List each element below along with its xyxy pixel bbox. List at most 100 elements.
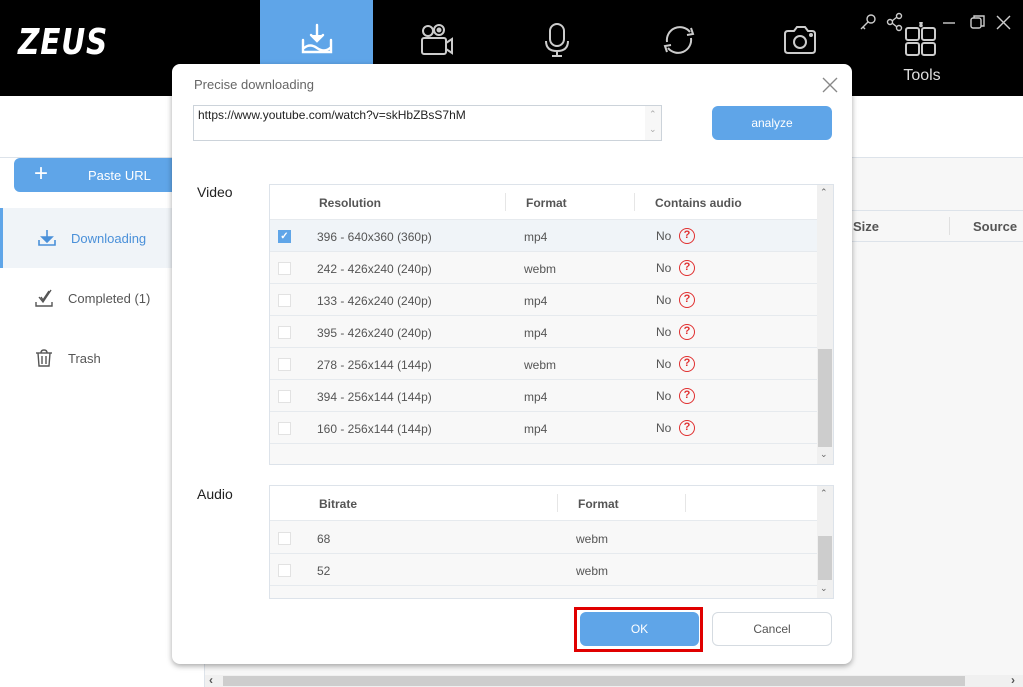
audio-format-row[interactable]: 68 webm [270, 522, 817, 554]
help-icon[interactable]: ? [679, 292, 695, 308]
column-resolution: Resolution [319, 196, 381, 210]
cancel-button[interactable]: Cancel [712, 612, 832, 646]
row-checkbox[interactable] [278, 532, 291, 545]
minimize-button[interactable] [940, 12, 960, 32]
chevron-down-icon[interactable]: ⌄ [820, 583, 828, 594]
format-cell: mp4 [524, 326, 548, 340]
tools-grid-icon [905, 22, 936, 56]
tools-label: Tools [903, 67, 941, 84]
format-cell: webm [524, 262, 557, 276]
chevron-down-icon[interactable]: ⌄ [649, 124, 657, 135]
resolution-cell: 396 - 640x360 (360p) [317, 230, 432, 244]
app-logo: ZEUS [18, 22, 109, 63]
video-section-label: Video [197, 184, 233, 200]
column-source[interactable]: Source [973, 219, 1017, 234]
key-icon [860, 14, 876, 30]
microphone-icon [544, 23, 569, 57]
video-format-row[interactable]: 394 - 256x144 (144p) mp4 No? [270, 380, 817, 412]
format-cell: mp4 [524, 294, 548, 308]
row-checkbox[interactable] [278, 564, 291, 577]
audio-section-label: Audio [197, 486, 233, 502]
row-checkbox[interactable] [278, 390, 291, 403]
ok-button[interactable]: OK [580, 612, 699, 646]
row-checkbox[interactable] [278, 262, 291, 275]
close-icon [822, 77, 838, 93]
video-table-scrollbar[interactable]: ⌃ ⌄ [817, 185, 833, 464]
resolution-cell: 133 - 426x240 (240p) [317, 294, 432, 308]
bitrate-cell: 52 [317, 564, 331, 578]
camera-icon [783, 26, 816, 54]
horizontal-scrollbar[interactable]: ‹ › [205, 673, 1023, 687]
paste-url-label: Paste URL [88, 168, 151, 183]
format-cell: mp4 [524, 390, 548, 404]
format-cell: webm [524, 358, 557, 372]
row-checkbox[interactable] [278, 422, 291, 435]
url-value: https://www.youtube.com/watch?v=skHbZBsS… [198, 108, 466, 122]
share-button[interactable] [886, 12, 906, 32]
key-button[interactable] [858, 12, 878, 32]
help-icon[interactable]: ? [679, 356, 695, 372]
precise-download-dialog: Precise downloading https://www.youtube.… [172, 64, 852, 664]
video-format-row[interactable]: ✓ 396 - 640x360 (360p) mp4 No? [270, 220, 817, 252]
chevron-up-icon[interactable]: ⌃ [820, 187, 828, 198]
close-icon [996, 15, 1011, 30]
video-format-row[interactable]: 395 - 426x240 (240p) mp4 No? [270, 316, 817, 348]
resolution-cell: 242 - 426x240 (240p) [317, 262, 432, 276]
chevron-down-icon[interactable]: ⌄ [820, 449, 828, 460]
help-icon[interactable]: ? [679, 228, 695, 244]
check-icon [34, 288, 54, 308]
help-icon[interactable]: ? [679, 260, 695, 276]
row-checkbox[interactable]: ✓ [278, 230, 291, 243]
close-button[interactable] [994, 12, 1014, 32]
scrollbar-thumb[interactable] [818, 536, 832, 580]
analyze-button[interactable]: analyze [712, 106, 832, 140]
video-format-row[interactable]: 242 - 426x240 (240p) webm No? [270, 252, 817, 284]
chevron-up-icon[interactable]: ⌃ [820, 488, 828, 499]
column-divider [949, 217, 950, 235]
audio-format-row[interactable]: 52 webm [270, 554, 817, 586]
row-checkbox[interactable] [278, 294, 291, 307]
dialog-close-button[interactable] [822, 77, 838, 93]
column-format: Format [526, 196, 567, 210]
download-icon [301, 23, 332, 54]
video-formats-table: Resolution Format Contains audio ✓ 396 - … [269, 184, 834, 465]
video-format-row[interactable]: 278 - 256x144 (144p) webm No? [270, 348, 817, 380]
sidebar-item-label: Completed (1) [68, 290, 151, 306]
video-camera-icon [420, 24, 453, 55]
app-window: ZEUS Tools + Paste URL Downloading Compl… [0, 0, 1023, 687]
share-icon [886, 12, 903, 32]
sidebar-item-label: Downloading [71, 230, 147, 246]
restore-button[interactable] [968, 12, 988, 32]
help-icon[interactable]: ? [679, 324, 695, 340]
scrollbar-thumb[interactable] [223, 676, 965, 686]
format-cell: mp4 [524, 422, 548, 436]
column-divider [685, 494, 686, 512]
format-cell: webm [576, 532, 609, 546]
column-divider [505, 193, 506, 211]
contains-audio-cell: No [656, 357, 672, 371]
audio-table-header: Bitrate Format [270, 486, 817, 521]
url-scrollbar[interactable]: ⌃ ⌄ [645, 106, 661, 140]
help-icon[interactable]: ? [679, 420, 695, 436]
contains-audio-cell: No [656, 293, 672, 307]
sidebar-item-label: Trash [68, 350, 101, 366]
help-icon[interactable]: ? [679, 388, 695, 404]
format-cell: webm [576, 564, 609, 578]
column-size[interactable]: Size [853, 219, 879, 234]
row-checkbox[interactable] [278, 358, 291, 371]
scrollbar-thumb[interactable] [818, 349, 832, 447]
video-format-row[interactable]: 133 - 426x240 (240p) mp4 No? [270, 284, 817, 316]
row-checkbox[interactable] [278, 326, 291, 339]
url-input[interactable]: https://www.youtube.com/watch?v=skHbZBsS… [193, 105, 662, 141]
chevron-up-icon[interactable]: ⌃ [649, 109, 657, 120]
contains-audio-cell: No [656, 389, 672, 403]
bitrate-cell: 68 [317, 532, 331, 546]
video-format-row[interactable]: 160 - 256x144 (144p) mp4 No? [270, 412, 817, 444]
trash-icon [34, 348, 54, 368]
scroll-right-icon[interactable]: › [1011, 673, 1015, 687]
restore-icon [970, 15, 985, 29]
audio-table-scrollbar[interactable]: ⌃ ⌄ [817, 486, 833, 598]
scroll-left-icon[interactable]: ‹ [209, 673, 213, 687]
minimize-icon [943, 22, 955, 24]
contains-audio-cell: No [656, 421, 672, 435]
